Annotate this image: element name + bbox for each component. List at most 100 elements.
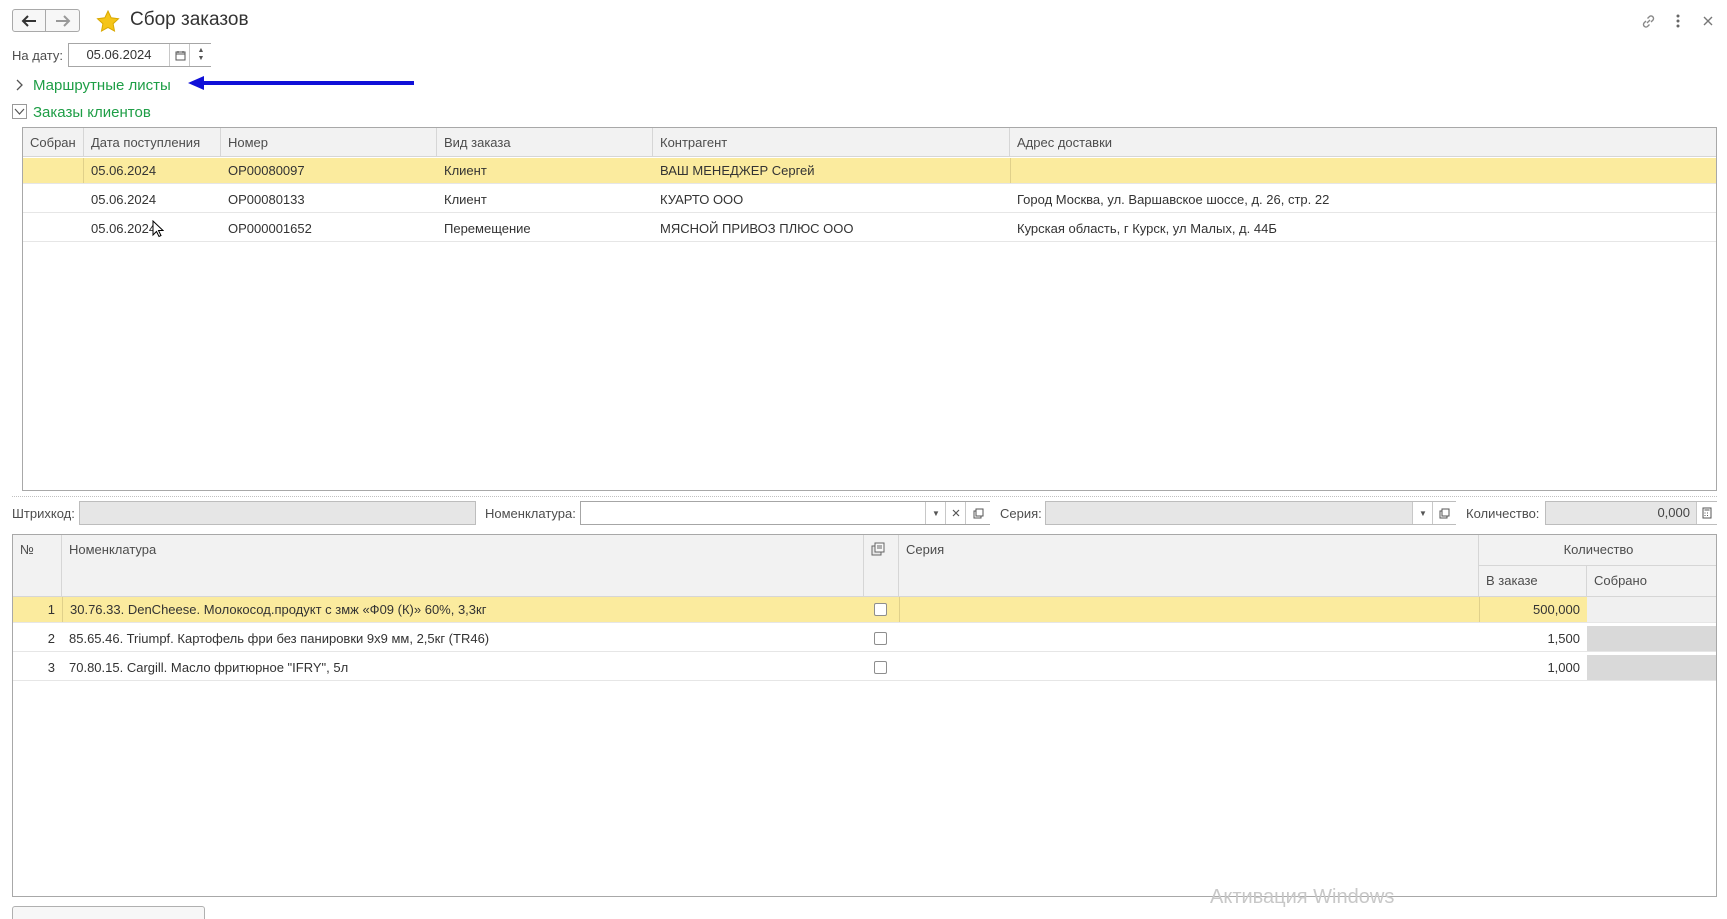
favorite-button[interactable] [96,9,120,35]
open-icon [973,508,983,518]
cell-address[interactable]: Город Москва, ул. Варшавское шоссе, д. 2… [1010,187,1716,212]
calendar-icon [175,50,185,60]
nomenclature-input[interactable]: ▼ [580,501,990,525]
cell-nomenclature[interactable]: 85.65.46. Triumpf. Картофель фри без пан… [62,626,864,651]
arrow-left-icon [21,14,36,27]
table-row[interactable]: 05.06.2024 ОР00080097 Клиент ВАШ МЕНЕДЖЕ… [23,158,1716,184]
cell-in-order[interactable]: 1,500 [1479,626,1587,651]
back-button[interactable] [12,9,46,32]
windows-activation-watermark: Активация Windows [1210,886,1395,908]
col-number[interactable]: Номер [221,128,437,157]
nomenclature-open-button[interactable] [965,502,990,524]
cell-number[interactable]: ОР000001652 [221,216,437,241]
barcode-label: Штрихкод: [12,506,75,521]
cell-nomenclature[interactable]: 30.76.33. DenCheese. Молокосод.продукт с… [62,597,864,622]
page-title: Сбор заказов [130,9,249,30]
col-address[interactable]: Адрес доставки [1010,128,1716,157]
link-button[interactable] [1639,12,1657,30]
cell-collected-qty[interactable] [1587,597,1716,622]
cell-address[interactable] [1010,158,1716,183]
barcode-input[interactable] [79,501,476,525]
row-checkbox[interactable] [874,632,887,645]
table-row[interactable]: 1 30.76.33. DenCheese. Молокосод.продукт… [13,597,1716,623]
cell-counterparty[interactable]: ВАШ МЕНЕДЖЕР Сергей [653,158,1010,183]
col-counterparty[interactable]: Контрагент [653,128,1010,157]
col-date[interactable]: Дата поступления [84,128,221,157]
orders-table[interactable]: Собран Дата поступления Номер Вид заказа… [22,127,1717,491]
quantity-input[interactable]: 0,000 [1545,501,1717,525]
mouse-cursor-icon [152,220,164,238]
cell-date[interactable]: 05.06.2024 [84,158,221,183]
cell-nomenclature[interactable]: 70.80.15. Cargill. Масло фритюрное "IFRY… [62,655,864,680]
more-button[interactable] [1669,12,1687,30]
cell-counterparty[interactable]: КУАРТО ООО [653,187,1010,212]
cell-address[interactable]: Курская область, г Курск, ул Малых, д. 4… [1010,216,1716,241]
forward-button[interactable] [46,9,80,32]
cell-in-order[interactable]: 500,000 [1479,597,1587,622]
col-series[interactable]: Серия [899,535,1479,597]
spin-up-icon[interactable]: ▲ [198,47,205,55]
col-quantity[interactable]: Количество [1479,535,1716,566]
dropdown-arrow-icon: ▼ [1419,508,1427,518]
table-row[interactable]: 05.06.2024 ОР000001652 Перемещение МЯСНО… [23,216,1716,242]
cell-counterparty[interactable]: МЯСНОЙ ПРИВОЗ ПЛЮС ООО [653,216,1010,241]
items-table[interactable]: № Номенклатура Серия Количество В заказе… [12,534,1717,897]
cell-collected-qty[interactable] [1587,626,1716,651]
cell-series[interactable] [899,597,1479,622]
row-checkbox[interactable] [874,661,887,674]
cell-collected[interactable] [23,216,84,241]
calculator-button[interactable] [1696,502,1717,524]
cell-series[interactable] [899,626,1479,651]
col-collected[interactable]: Собран [23,128,84,157]
cell-number[interactable]: ОР00080097 [221,158,437,183]
calendar-button[interactable] [169,44,190,66]
close-icon [1703,16,1713,26]
customer-orders-group-title[interactable]: Заказы клиентов [33,104,151,121]
col-order-kind[interactable]: Вид заказа [437,128,653,157]
series-input[interactable]: ▼ [1045,501,1456,525]
copy-icon [871,542,885,556]
cell-num[interactable]: 3 [13,655,62,680]
table-row[interactable]: 2 85.65.46. Triumpf. Картофель фри без п… [13,626,1716,652]
route-sheets-toggle[interactable] [15,79,23,94]
table-row[interactable]: 05.06.2024 ОР00080133 Клиент КУАРТО ООО … [23,187,1716,213]
nomenclature-clear-button[interactable] [945,502,966,524]
cell-collected[interactable] [23,158,84,183]
splitter[interactable] [12,496,1717,497]
cell-in-order[interactable]: 1,000 [1479,655,1587,680]
cell-collected[interactable] [23,187,84,212]
open-icon [1439,508,1450,518]
chevron-down-icon [14,108,25,115]
cell-num[interactable]: 1 [13,597,62,622]
cell-kind[interactable]: Клиент [437,158,653,183]
customer-orders-toggle[interactable] [12,104,27,119]
col-collected-qty[interactable]: Собрано [1587,566,1716,597]
clear-icon [952,509,960,517]
series-open-button[interactable] [1432,502,1456,524]
nomenclature-dropdown-button[interactable]: ▼ [925,502,946,524]
bottom-button[interactable] [12,906,205,919]
route-sheets-group-title[interactable]: Маршрутные листы [33,77,171,94]
cell-kind[interactable]: Перемещение [437,216,653,241]
close-button[interactable] [1699,12,1717,30]
table-row[interactable]: 3 70.80.15. Cargill. Масло фритюрное "IF… [13,655,1716,681]
row-checkbox[interactable] [874,603,887,616]
cell-num[interactable]: 2 [13,626,62,651]
date-label: На дату: [12,48,63,63]
col-nomenclature[interactable]: Номенклатура [62,535,864,597]
date-spinner[interactable]: ▲ ▼ [189,44,212,66]
cell-date[interactable]: 05.06.2024 [84,187,221,212]
series-dropdown-button[interactable]: ▼ [1412,502,1433,524]
cell-series[interactable] [899,655,1479,680]
col-check[interactable] [864,535,899,597]
cell-collected-qty[interactable] [1587,655,1716,680]
quantity-value: 0,000 [1657,505,1690,520]
quantity-label: Количество: [1466,506,1540,521]
date-field[interactable]: 05.06.2024 ▲ ▼ [68,43,212,67]
cell-number[interactable]: ОР00080133 [221,187,437,212]
chevron-right-icon [16,79,23,91]
col-in-order[interactable]: В заказе [1479,566,1587,597]
spin-down-icon[interactable]: ▼ [198,55,205,63]
col-num[interactable]: № [13,535,62,597]
cell-kind[interactable]: Клиент [437,187,653,212]
